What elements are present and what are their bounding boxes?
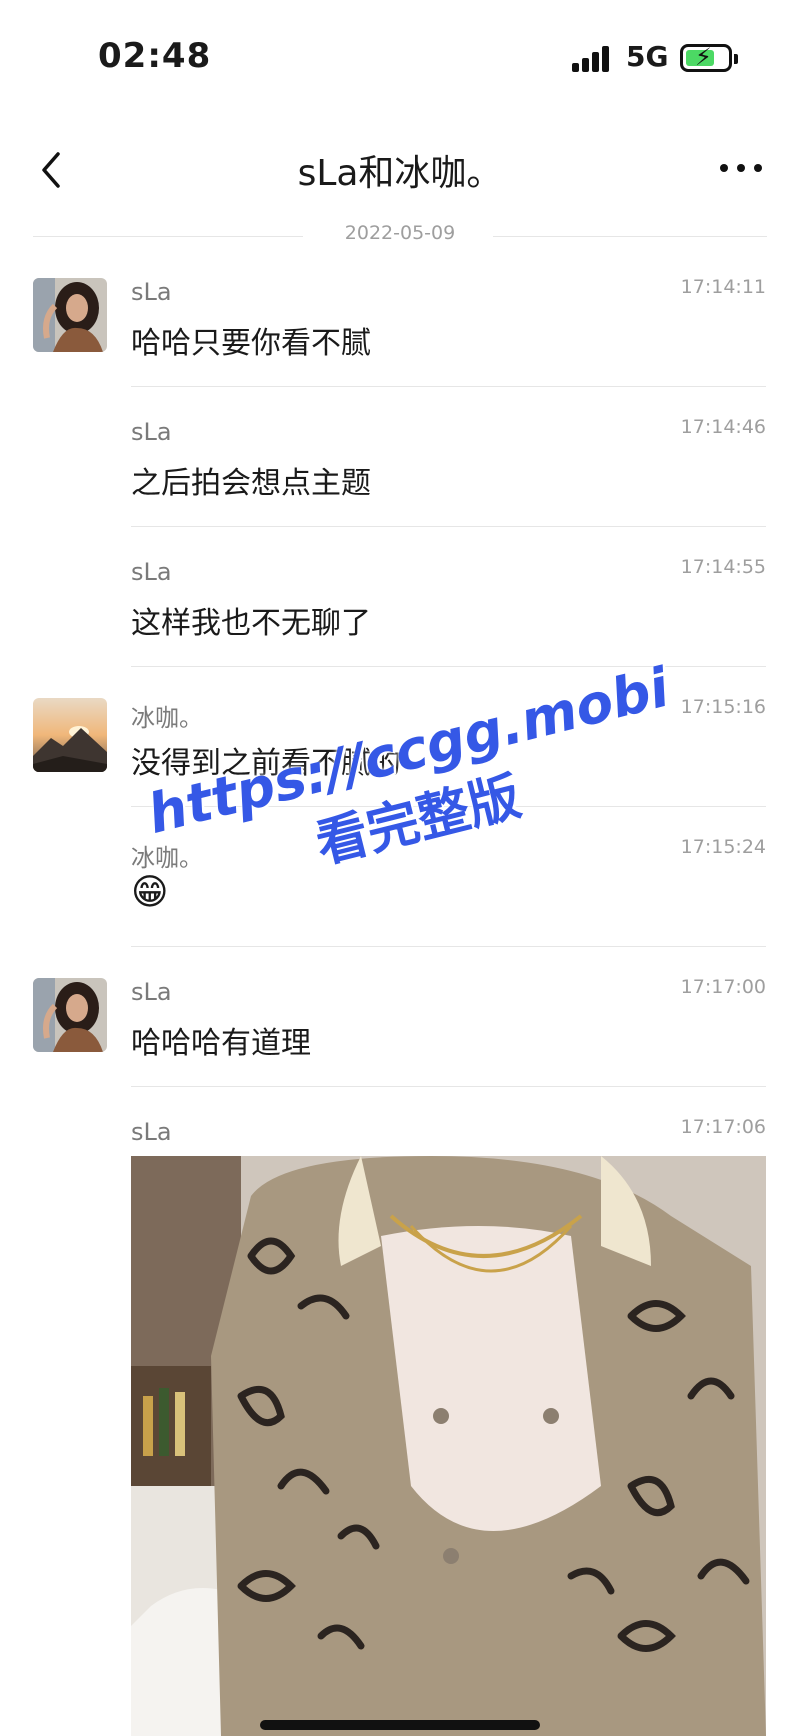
sender-name: sLa <box>131 418 172 446</box>
message-text: 哈哈哈有道理 <box>131 1026 311 1061</box>
sender-name: sLa <box>131 978 172 1006</box>
message-text: 之后拍会想点主题 <box>131 466 371 501</box>
date-label: 2022-05-09 <box>322 222 478 244</box>
message-divider <box>131 526 766 527</box>
avatar[interactable] <box>33 278 107 352</box>
message-divider <box>131 946 766 947</box>
chat-title: sLa和冰咖。 <box>297 153 503 194</box>
more-icon[interactable] <box>716 158 766 178</box>
battery-icon: ⚡ <box>680 43 738 72</box>
grin-emoji: 😁 <box>131 872 169 913</box>
watermark[interactable]: https://ccgg.mobi 看完整版 <box>142 656 679 915</box>
message-divider <box>131 1086 766 1087</box>
sender-name: 冰咖。 <box>131 704 203 732</box>
avatar[interactable] <box>33 978 107 1052</box>
message-time: 17:14:55 <box>680 556 766 578</box>
status-bar: 02:48 5G ⚡ <box>0 0 800 110</box>
message-time: 17:17:00 <box>680 976 766 998</box>
signal-icon <box>572 46 612 72</box>
photo-attachment[interactable] <box>131 1156 766 1736</box>
sender-name: sLa <box>131 1118 172 1146</box>
message-time: 17:17:06 <box>680 1116 766 1138</box>
message-text: 哈哈只要你看不腻 <box>131 326 371 361</box>
message-time: 17:14:11 <box>680 276 766 298</box>
sender-name: sLa <box>131 558 172 586</box>
message-time: 17:15:16 <box>680 696 766 718</box>
message-time: 17:14:46 <box>680 416 766 438</box>
date-divider: 2022-05-09 <box>33 222 767 252</box>
network-label: 5G <box>626 40 669 73</box>
chat-header: sLa和冰咖。 <box>0 130 800 210</box>
message-text: 这样我也不无聊了 <box>131 606 371 641</box>
message-divider <box>131 386 766 387</box>
message-time: 17:15:24 <box>680 836 766 858</box>
message-divider <box>131 666 766 667</box>
home-indicator[interactable] <box>260 1720 540 1730</box>
avatar[interactable] <box>33 698 107 772</box>
sender-name: sLa <box>131 278 172 306</box>
status-time: 02:48 <box>98 36 212 76</box>
chat-screen: 02:48 5G ⚡ sLa和冰咖。 2022-05-09 sLa 17:14:… <box>0 0 800 1736</box>
